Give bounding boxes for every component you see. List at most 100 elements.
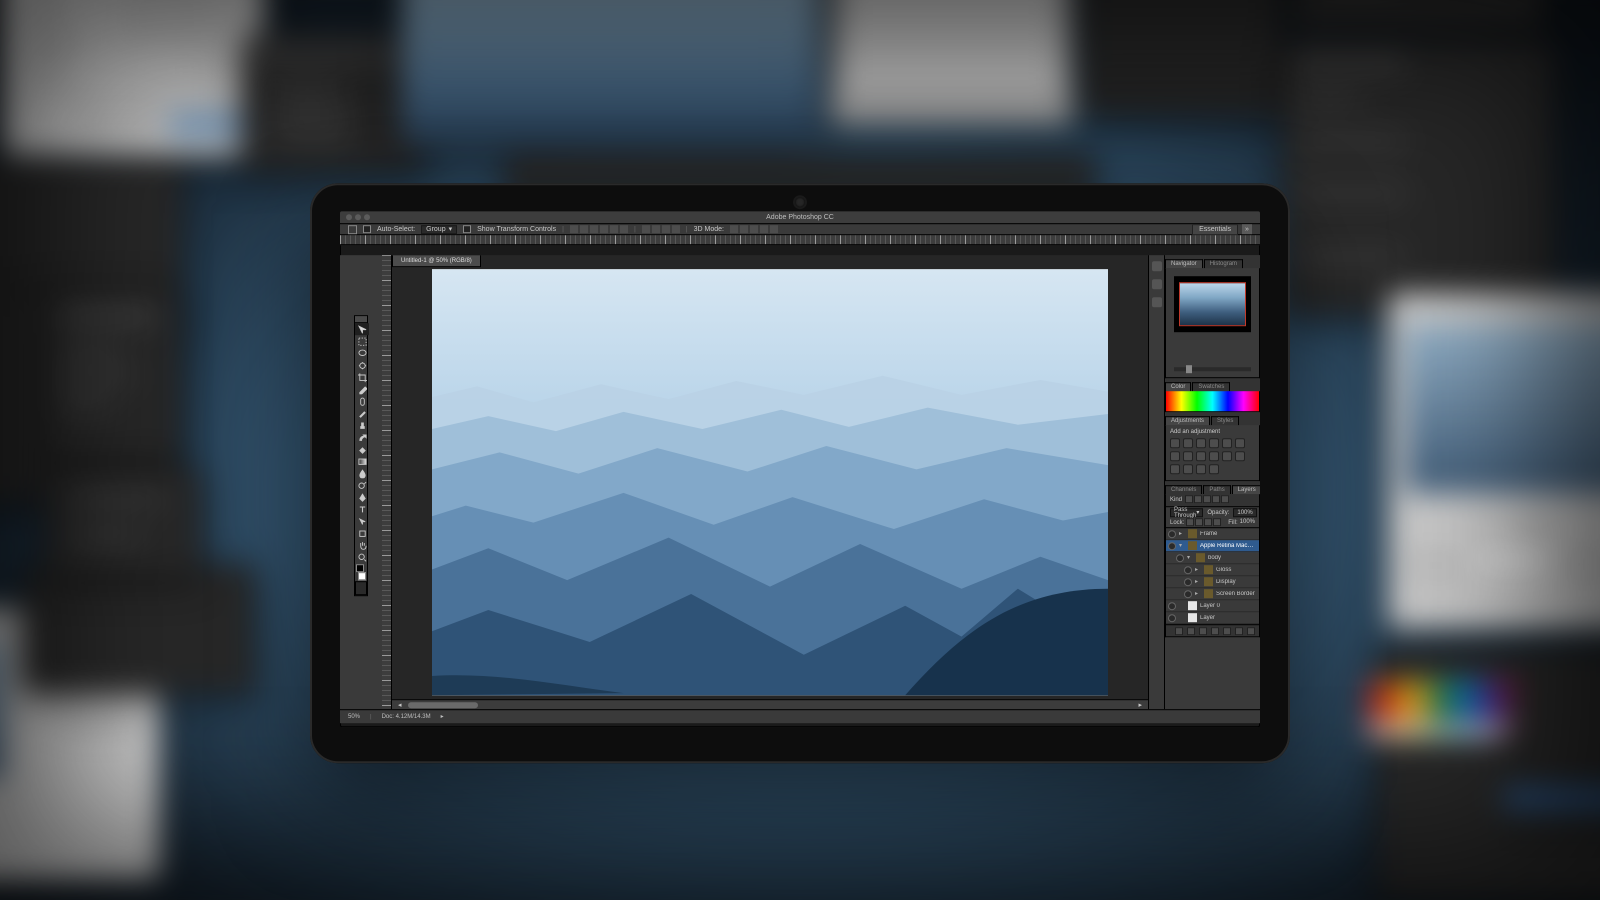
show-transform-checkbox[interactable] (463, 225, 471, 233)
lasso-tool[interactable] (355, 347, 369, 359)
visibility-eye-icon[interactable] (1168, 530, 1176, 538)
layer-row[interactable]: Layer (1166, 612, 1259, 624)
visibility-eye-icon[interactable] (1176, 554, 1184, 562)
disclosure-icon[interactable]: ▾ (1187, 554, 1193, 561)
screen-mode[interactable] (355, 581, 367, 595)
new-layer-icon[interactable] (1235, 627, 1243, 635)
link-layers-icon[interactable] (1175, 627, 1183, 635)
layer-row[interactable]: ▸Gloss (1166, 564, 1259, 576)
navigator-thumbnail[interactable] (1174, 276, 1251, 332)
move-tool[interactable] (355, 323, 369, 335)
new-group-icon[interactable] (1223, 627, 1231, 635)
align-icons[interactable] (570, 225, 628, 233)
zoom-tool[interactable] (355, 551, 369, 563)
ruler-vertical[interactable] (382, 255, 392, 709)
layer-filter-icons[interactable] (1185, 495, 1230, 505)
disclosure-icon[interactable]: ▸ (1195, 566, 1201, 573)
document-tab[interactable]: Untitled-1 @ 50% (RGB/8) (392, 255, 481, 267)
tab-layers[interactable]: Layers (1232, 485, 1260, 494)
visibility-eye-icon[interactable] (1184, 566, 1192, 574)
layer-row[interactable]: ▾ Apple Retina MacBook Pro (1166, 540, 1259, 552)
hand-tool[interactable] (355, 539, 369, 551)
dodge-tool[interactable] (355, 479, 369, 491)
opacity-value[interactable]: 100% (1233, 508, 1256, 517)
collapse-panels-icon[interactable]: » (1242, 224, 1252, 234)
navigator-tabs: Navigator Histogram (1165, 255, 1260, 268)
healing-tool[interactable] (355, 395, 369, 407)
scroll-right-icon[interactable]: ▸ (1138, 701, 1142, 709)
visibility-eye-icon[interactable] (1168, 542, 1176, 550)
tab-color[interactable]: Color (1165, 382, 1191, 391)
zoom-level[interactable]: 50% (348, 714, 360, 720)
layer-row[interactable]: Layer 0 (1166, 600, 1259, 612)
stamp-tool[interactable] (355, 419, 369, 431)
move-tool-icon[interactable] (348, 225, 357, 234)
visibility-eye-icon[interactable] (1184, 590, 1192, 598)
visibility-eye-icon[interactable] (1184, 578, 1192, 586)
fg-bg-swatch[interactable] (355, 563, 367, 581)
layer-name: Layer (1200, 615, 1257, 621)
quick-select-tool[interactable] (355, 359, 369, 371)
layer-row[interactable]: ▸Frame (1166, 528, 1259, 540)
tab-swatches[interactable]: Swatches (1192, 382, 1230, 391)
path-select-tool[interactable] (355, 515, 369, 527)
doc-info[interactable]: Doc: 4.12M/14.3M (382, 714, 431, 720)
history-brush-tool[interactable] (355, 431, 369, 443)
eyedropper-tool[interactable] (355, 383, 369, 395)
disclosure-icon[interactable]: ▸ (1179, 530, 1185, 537)
tab-adjustments[interactable]: Adjustments (1165, 416, 1210, 425)
distribute-icons[interactable] (642, 225, 680, 233)
auto-select-checkbox[interactable] (363, 225, 371, 233)
visibility-eye-icon[interactable] (1168, 614, 1176, 622)
tab-histogram[interactable]: Histogram (1204, 259, 1243, 268)
marquee-tool[interactable] (355, 335, 369, 347)
folder-icon (1196, 553, 1205, 562)
doc-info-chevron-icon[interactable]: ▸ (441, 713, 444, 720)
navigator-zoom-slider[interactable] (1174, 367, 1251, 371)
layer-fx-icon[interactable] (1187, 627, 1195, 635)
document-canvas[interactable] (432, 269, 1108, 695)
fill-value[interactable]: 100% (1240, 519, 1255, 527)
tab-styles[interactable]: Styles (1211, 416, 1239, 425)
adjustment-presets[interactable] (1170, 438, 1255, 474)
layers-tabs: Channels Paths Layers (1165, 481, 1260, 494)
new-fill-icon[interactable] (1211, 627, 1219, 635)
gradient-tool[interactable] (355, 455, 369, 467)
disclosure-icon[interactable]: ▾ (1179, 542, 1185, 549)
scroll-thumb[interactable] (408, 702, 478, 708)
horizontal-scrollbar[interactable]: ◂ ▸ (392, 699, 1148, 709)
blend-mode-select[interactable]: Pass Through ▾ (1170, 508, 1203, 517)
layer-row[interactable]: ▸Screen Border (1166, 588, 1259, 600)
layer-row[interactable]: ▸Display (1166, 576, 1259, 588)
actions-panel-icon[interactable] (1152, 279, 1162, 289)
shape-tool[interactable] (355, 527, 369, 539)
color-panel[interactable] (1165, 391, 1260, 412)
layer-row[interactable]: ▾body (1166, 552, 1259, 564)
ruler-horizontal[interactable] (340, 235, 1260, 245)
blur-tool[interactable] (355, 467, 369, 479)
crop-tool[interactable] (355, 371, 369, 383)
layer-list: ▸Frame ▾ Apple Retina MacBook Pro ▾body▸Glo… (1166, 528, 1259, 624)
properties-panel-icon[interactable] (1152, 297, 1162, 307)
disclosure-icon[interactable]: ▸ (1195, 578, 1201, 585)
mode-3d-icons[interactable] (730, 225, 778, 233)
eraser-tool[interactable] (355, 443, 369, 455)
adjustments-tabs: Adjustments Styles (1165, 412, 1260, 425)
delete-layer-icon[interactable] (1247, 627, 1255, 635)
scroll-left-icon[interactable]: ◂ (398, 701, 402, 709)
layer-mask-icon[interactable] (1199, 627, 1207, 635)
lock-icons[interactable] (1186, 518, 1222, 528)
history-panel-icon[interactable] (1152, 261, 1162, 271)
workspace-switcher[interactable]: Essentials (1192, 224, 1238, 235)
type-tool[interactable] (355, 503, 369, 515)
tab-navigator[interactable]: Navigator (1165, 259, 1203, 268)
brush-tool[interactable] (355, 407, 369, 419)
toolbox-grip[interactable] (355, 316, 367, 323)
visibility-eye-icon[interactable] (1168, 602, 1176, 610)
pen-tool[interactable] (355, 491, 369, 503)
disclosure-icon[interactable]: ▸ (1195, 590, 1201, 597)
auto-select-mode[interactable]: Group▾ (421, 225, 457, 234)
layer-name: Apple Retina MacBook Pro (1200, 543, 1257, 549)
tab-paths[interactable]: Paths (1203, 485, 1230, 494)
tab-channels[interactable]: Channels (1165, 485, 1202, 494)
